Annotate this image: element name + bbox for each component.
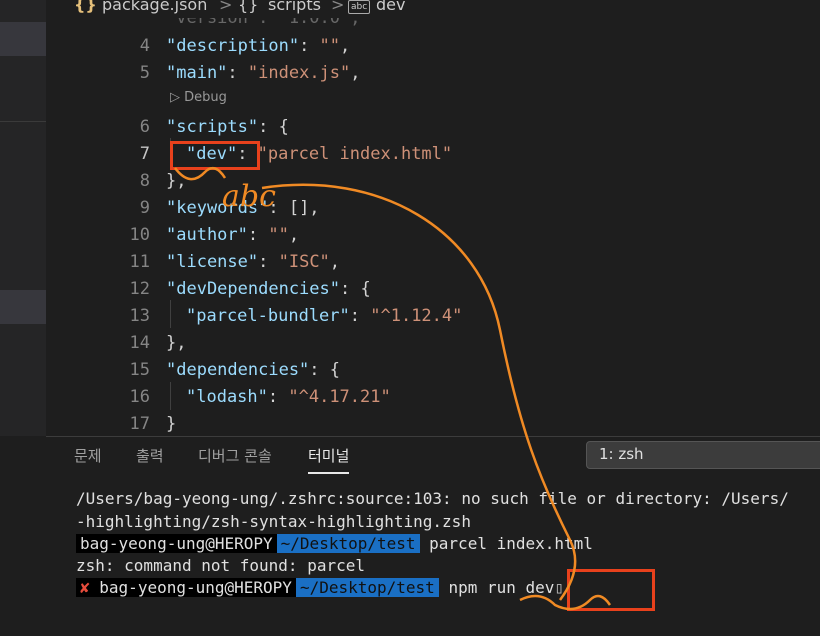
handwritten-abc: abc <box>222 179 276 214</box>
handwritten-annotation: abc <box>174 166 612 611</box>
